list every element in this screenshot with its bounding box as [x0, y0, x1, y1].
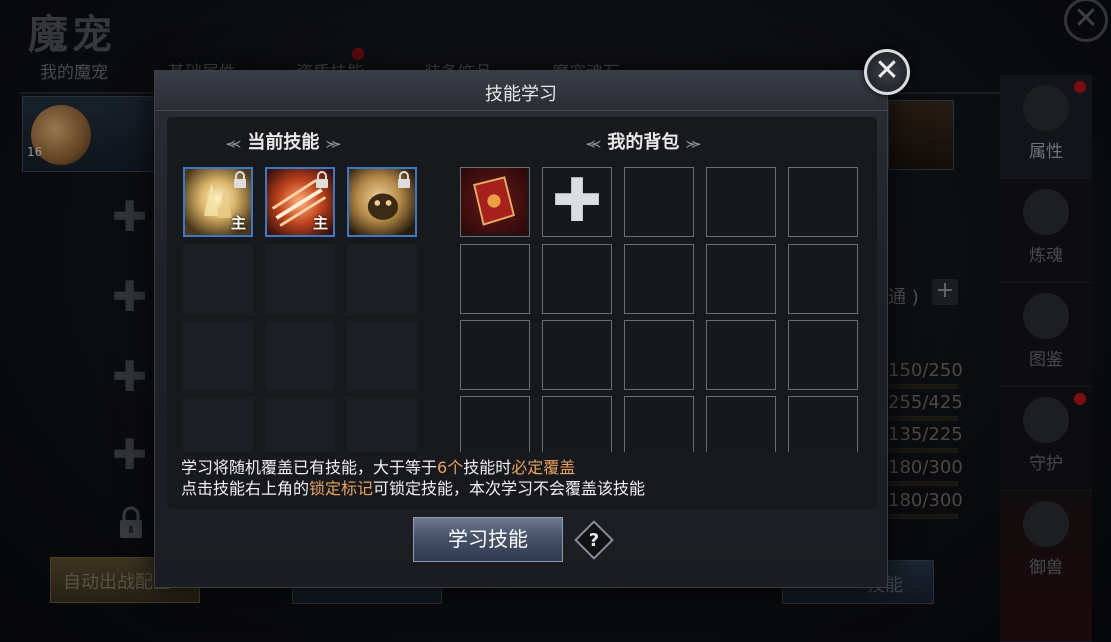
add-item-plus-icon[interactable]: ✚ — [542, 167, 612, 237]
ornament-right-icon: ⪼ — [325, 133, 341, 152]
bag-title: ⪻ 我的背包 ⪼ — [586, 128, 701, 154]
main-skill-badge: 主 — [230, 214, 246, 232]
bag-slot[interactable] — [542, 396, 612, 452]
skill-slot[interactable] — [347, 167, 417, 237]
dialog-title: 技能学习 — [485, 84, 557, 105]
bag-slot[interactable] — [624, 244, 694, 314]
ornament-left-icon: ⪻ — [226, 133, 242, 152]
lock-icon[interactable] — [231, 171, 249, 189]
empty-skill-slot — [347, 321, 417, 391]
empty-skill-slot — [183, 321, 253, 391]
bag-slot[interactable] — [706, 320, 776, 390]
bag-slot[interactable] — [542, 244, 612, 314]
close-button[interactable]: ✕ — [864, 49, 910, 95]
notice-highlight: 必定覆盖 — [511, 458, 576, 477]
bag-slot-skill-book[interactable] — [460, 167, 530, 237]
current-skills-label: 当前技能 — [247, 132, 320, 153]
notice-text: 学习将随机覆盖已有技能，大于等于 — [181, 458, 438, 477]
bag-slot[interactable] — [624, 320, 694, 390]
bag-slot[interactable] — [624, 396, 694, 452]
learn-skill-button[interactable]: 学习技能 — [413, 517, 563, 562]
notice-highlight: 锁定标记 — [309, 479, 374, 498]
notice-text: 点击技能右上角的 — [181, 479, 310, 498]
empty-skill-slot — [183, 244, 253, 314]
notice-text: 技能时 — [463, 458, 512, 477]
empty-skill-slot — [265, 244, 335, 314]
notice-line-2: 点击技能右上角的锁定标记可锁定技能，本次学习不会覆盖该技能 — [181, 478, 645, 499]
ornament-right-icon: ⪼ — [685, 133, 701, 152]
skill-slot[interactable]: 主 — [265, 167, 335, 237]
bag-slot[interactable] — [788, 320, 858, 390]
empty-skill-slot — [347, 398, 417, 452]
bag-label: 我的背包 — [607, 132, 680, 153]
empty-skill-slot — [347, 244, 417, 314]
bag-slot[interactable] — [624, 167, 694, 237]
lock-icon[interactable] — [313, 171, 331, 189]
current-skills-title: ⪻ 当前技能 ⪼ — [226, 128, 341, 154]
bag-slot[interactable] — [706, 244, 776, 314]
notice-line-1: 学习将随机覆盖已有技能，大于等于6个技能时必定覆盖 — [181, 457, 645, 478]
empty-skill-slot — [183, 398, 253, 452]
dialog-header: 技能学习 — [155, 71, 887, 111]
learn-notice: 学习将随机覆盖已有技能，大于等于6个技能时必定覆盖 点击技能右上角的锁定标记可锁… — [181, 457, 645, 499]
bag-slot[interactable] — [706, 167, 776, 237]
main-skill-badge: 主 — [312, 214, 328, 232]
skill-book-icon — [461, 168, 527, 234]
empty-skill-slot — [265, 398, 335, 452]
bag-slot[interactable] — [460, 396, 530, 452]
skill-slot[interactable]: 主 — [183, 167, 253, 237]
notice-highlight: 6个 — [437, 458, 464, 477]
notice-text: 可锁定技能，本次学习不会覆盖该技能 — [373, 479, 646, 498]
empty-skill-slot — [265, 321, 335, 391]
bag-slot[interactable] — [706, 396, 776, 452]
bag-slot[interactable] — [788, 167, 858, 237]
help-icon[interactable]: ? — [580, 527, 608, 555]
ornament-left-icon: ⪻ — [586, 133, 602, 152]
lock-icon[interactable] — [395, 171, 413, 189]
bag-slot[interactable] — [788, 244, 858, 314]
bag-slot[interactable] — [460, 244, 530, 314]
bag-slot[interactable] — [542, 320, 612, 390]
game-screen: 魔宠 我的魔宠 基础属性 资质技能 装备饰品 魔宠魂石 16 ✚ ✚ ✚ ✚ 自… — [0, 0, 1111, 642]
bag-slot[interactable] — [788, 396, 858, 452]
bag-slot[interactable] — [460, 320, 530, 390]
